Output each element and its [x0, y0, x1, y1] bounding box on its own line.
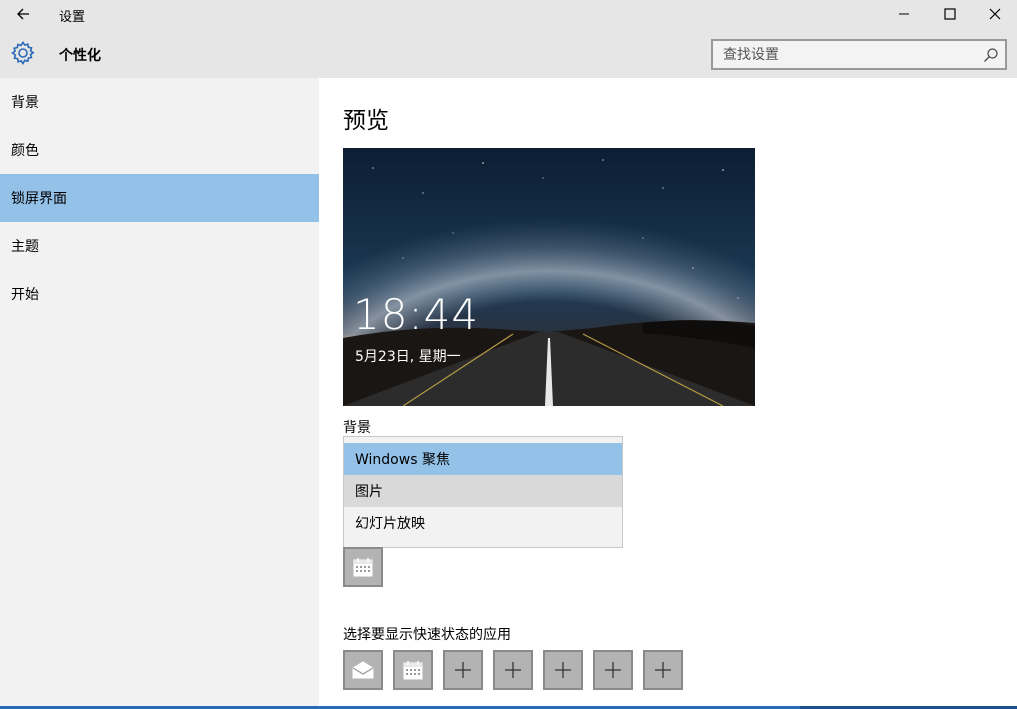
plus-icon	[505, 662, 521, 678]
close-button[interactable]	[972, 0, 1017, 28]
background-label: 背景	[343, 420, 371, 436]
quick-status-app-mail[interactable]	[343, 650, 383, 690]
sidebar-item-label: 锁屏界面	[11, 191, 67, 207]
mail-icon	[352, 661, 374, 679]
plus-icon	[555, 662, 571, 678]
sidebar-item-colors[interactable]: 颜色	[0, 126, 319, 174]
detailed-status-app-button[interactable]	[343, 547, 383, 587]
minimize-button[interactable]	[881, 0, 927, 28]
lock-screen-preview: 18:44 5月23日, 星期一	[343, 148, 755, 406]
sidebar-item-label: 开始	[11, 287, 39, 303]
sidebar-item-background[interactable]: 背景	[0, 78, 319, 126]
minimize-icon	[899, 13, 909, 15]
sidebar: 背景 颜色 锁屏界面 主题 开始	[0, 78, 319, 709]
window-title: 设置	[59, 10, 86, 25]
background-dropdown-list[interactable]: Windows 聚焦 图片 幻灯片放映	[343, 436, 623, 548]
background-option-windows-spotlight[interactable]: Windows 聚焦	[344, 443, 622, 475]
back-button[interactable]	[8, 0, 38, 28]
quick-status-add-button[interactable]	[543, 650, 583, 690]
search-icon[interactable]	[983, 47, 999, 63]
sidebar-item-lock-screen[interactable]: 锁屏界面	[0, 174, 319, 222]
title-bar: 设置	[0, 0, 1017, 28]
quick-status-add-button[interactable]	[593, 650, 633, 690]
close-icon	[989, 8, 1001, 20]
preview-time: 18:44	[353, 290, 480, 339]
preview-image	[343, 148, 755, 406]
arrow-left-icon	[17, 8, 29, 20]
background-option-picture[interactable]: 图片	[344, 475, 622, 507]
page-title: 个性化	[59, 48, 101, 64]
calendar-icon	[353, 558, 373, 577]
search-input[interactable]	[713, 41, 973, 68]
maximize-icon	[944, 8, 956, 20]
sidebar-item-start[interactable]: 开始	[0, 270, 319, 318]
maximize-button[interactable]	[927, 0, 973, 28]
quick-status-add-button[interactable]	[493, 650, 533, 690]
plus-icon	[455, 662, 471, 678]
gear-icon	[11, 41, 35, 66]
search-box[interactable]	[711, 39, 1007, 70]
page-header: 个性化	[0, 28, 1017, 78]
sidebar-item-label: 颜色	[11, 143, 39, 159]
plus-icon	[605, 662, 621, 678]
quick-status-add-button[interactable]	[443, 650, 483, 690]
quick-status-app-calendar[interactable]	[393, 650, 433, 690]
calendar-icon	[403, 661, 423, 680]
main-content: 预览 18:44 5月23日, 星期一 背景 Windows 聚焦 图片 幻灯片…	[319, 78, 1017, 709]
sidebar-item-label: 主题	[11, 239, 39, 255]
preview-date: 5月23日, 星期一	[355, 349, 461, 365]
sidebar-item-themes[interactable]: 主题	[0, 222, 319, 270]
quick-status-label: 选择要显示快速状态的应用	[343, 627, 511, 643]
background-option-slideshow[interactable]: 幻灯片放映	[344, 507, 622, 539]
plus-icon	[655, 662, 671, 678]
quick-status-add-button[interactable]	[643, 650, 683, 690]
sidebar-item-label: 背景	[11, 95, 39, 111]
preview-heading: 预览	[343, 108, 389, 134]
